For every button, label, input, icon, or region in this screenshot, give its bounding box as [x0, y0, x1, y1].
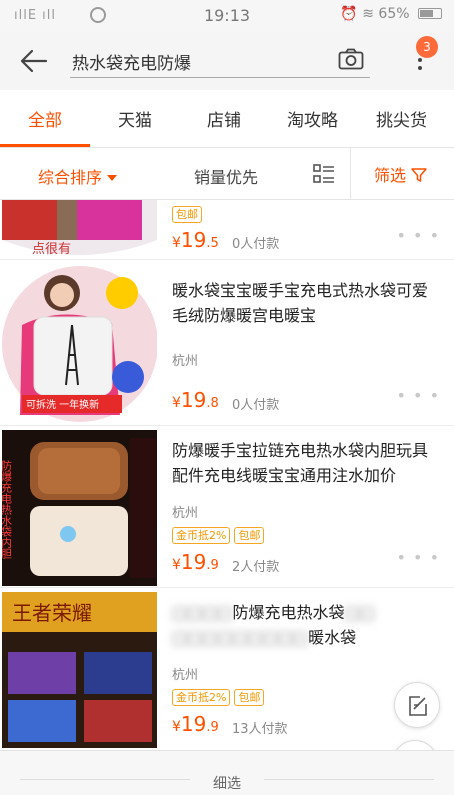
product-item[interactable]: 王者荣耀 □□□□防爆充电热水袋□□ □□□□□□□□□暖水袋 杭州 金币抵2%…	[0, 588, 454, 750]
notification-badge: 3	[416, 36, 438, 58]
thumb-caption: 王者荣耀	[12, 601, 92, 625]
alarm-icon: ⏰	[340, 6, 358, 22]
filter-button[interactable]: 筛选	[374, 162, 427, 186]
product-image: 王者荣耀	[2, 592, 157, 748]
tab-tmall[interactable]: 天猫	[118, 106, 152, 131]
sort-divider	[350, 148, 351, 200]
back-arrow-icon	[20, 49, 48, 73]
product-location: 杭州	[172, 354, 199, 369]
thumb-caption: 可拆洗 一年换新	[26, 398, 99, 411]
tab-guides[interactable]: 淘攻略	[287, 106, 338, 131]
product-tags: 金币抵2% 包邮	[172, 527, 442, 544]
sort-comprehensive-label: 综合排序	[38, 168, 103, 187]
tab-shops[interactable]: 店铺	[207, 106, 241, 131]
wifi-icon: ≋	[362, 6, 374, 22]
tab-picks[interactable]: 挑尖货	[376, 106, 427, 131]
thumb-caption: 防爆充电热水袋内胆	[2, 459, 13, 559]
tag-free-shipping: 包邮	[172, 206, 202, 223]
product-price: ¥19.9	[172, 550, 219, 574]
category-tabs: 全部 天猫 店铺 淘攻略 挑尖货	[0, 90, 454, 148]
product-image: 可拆洗 一年换新	[2, 265, 157, 423]
sort-comprehensive[interactable]: 综合排序	[38, 164, 118, 188]
buyer-count: 2人付款	[232, 560, 280, 575]
product-title: □□□□防爆充电热水袋□□ □□□□□□□□□暖水袋	[172, 603, 375, 647]
sort-sales[interactable]: 销量优先	[194, 164, 258, 188]
tab-all[interactable]: 全部	[28, 106, 62, 131]
product-title-line2: 暖水袋	[308, 628, 357, 647]
product-list: 点很有 包邮 ¥19.5 0人付款 • • • 可拆洗 一年换新 暖水袋宝宝暖手…	[0, 200, 454, 750]
price-currency: ¥	[172, 557, 181, 573]
product-item[interactable]: 点很有 包邮 ¥19.5 0人付款 • • •	[0, 200, 454, 260]
price-integer: 19	[180, 712, 207, 736]
product-item[interactable]: 可拆洗 一年换新 暖水袋宝宝暖手宝充电式热水袋可爱毛绒防爆暖宫电暖宝 杭州 ¥1…	[0, 260, 454, 426]
bottom-bar: 细选	[0, 750, 454, 795]
funnel-icon	[411, 168, 427, 182]
sort-bar: 综合排序 销量优先 筛选	[0, 148, 454, 200]
price-decimal: .9	[206, 558, 219, 573]
feedback-button[interactable]	[394, 682, 440, 728]
caret-down-icon	[107, 175, 118, 181]
search-query: 热水袋充电防爆	[72, 54, 191, 74]
buyer-count: 0人付款	[232, 398, 280, 413]
product-price: ¥19.8	[172, 388, 219, 412]
view-toggle-button[interactable]	[312, 162, 336, 186]
battery-icon	[418, 8, 442, 19]
product-image: 防爆充电热水袋内胆	[2, 430, 157, 586]
product-info: 暖水袋宝宝暖手宝充电式热水袋可爱毛绒防爆暖宫电暖宝 杭州	[172, 278, 442, 369]
price-currency: ¥	[172, 719, 181, 735]
product-tags: 包邮	[172, 206, 206, 223]
battery-level: 65%	[378, 6, 410, 22]
status-right: ⏰ ≋ 65%	[340, 6, 442, 22]
price-decimal: .8	[206, 396, 219, 411]
camera-search-button[interactable]	[338, 48, 364, 70]
search-input[interactable]: 热水袋充电防爆	[70, 44, 370, 78]
filter-label: 筛选	[374, 166, 407, 185]
camera-icon	[338, 48, 364, 70]
product-title-line1: 防爆充电热水袋	[232, 603, 345, 622]
item-more-button[interactable]: • • •	[397, 386, 440, 405]
edit-icon	[409, 696, 427, 716]
product-location: 杭州	[172, 668, 199, 683]
refine-button[interactable]: 细选	[0, 773, 454, 793]
tag-coin-discount: 金币抵2%	[172, 689, 231, 706]
product-price: ¥19.9	[172, 712, 219, 736]
item-more-button[interactable]: • • •	[397, 226, 440, 245]
search-header: 热水袋充电防爆 3	[0, 32, 454, 90]
tag-free-shipping: 包邮	[234, 527, 265, 544]
product-title: 暖水袋宝宝暖手宝充电式热水袋可爱毛绒防爆暖宫电暖宝	[172, 281, 429, 325]
list-view-icon	[313, 164, 334, 183]
price-decimal: .5	[206, 236, 219, 251]
tag-free-shipping: 包邮	[234, 689, 265, 706]
buyer-count: 13人付款	[232, 722, 288, 737]
buyer-count: 0人付款	[232, 237, 280, 252]
price-currency: ¥	[172, 235, 181, 251]
price-decimal: .9	[206, 720, 219, 735]
product-price: ¥19.5	[172, 228, 219, 252]
price-currency: ¥	[172, 395, 181, 411]
status-bar: ıllE ıll 19:13 ⏰ ≋ 65%	[0, 0, 454, 32]
thumb-caption: 点很有	[32, 242, 71, 257]
price-integer: 19	[180, 388, 207, 412]
product-info: 防爆暖手宝拉链充电热水袋内胆玩具配件充电线暖宝宝通用注水加价 杭州 金币抵2% 包…	[172, 438, 442, 544]
back-button[interactable]	[20, 48, 50, 74]
product-image: 点很有	[2, 200, 157, 259]
item-more-button[interactable]: • • •	[397, 548, 440, 567]
price-integer: 19	[180, 228, 207, 252]
active-tab-indicator	[0, 144, 90, 147]
price-integer: 19	[180, 550, 207, 574]
product-item[interactable]: 防爆充电热水袋内胆 防爆暖手宝拉链充电热水袋内胆玩具配件充电线暖宝宝通用注水加价…	[0, 426, 454, 588]
product-location: 杭州	[172, 506, 199, 521]
tag-coin-discount: 金币抵2%	[172, 527, 231, 544]
product-title: 防爆暖手宝拉链充电热水袋内胆玩具配件充电线暖宝宝通用注水加价	[172, 441, 429, 485]
